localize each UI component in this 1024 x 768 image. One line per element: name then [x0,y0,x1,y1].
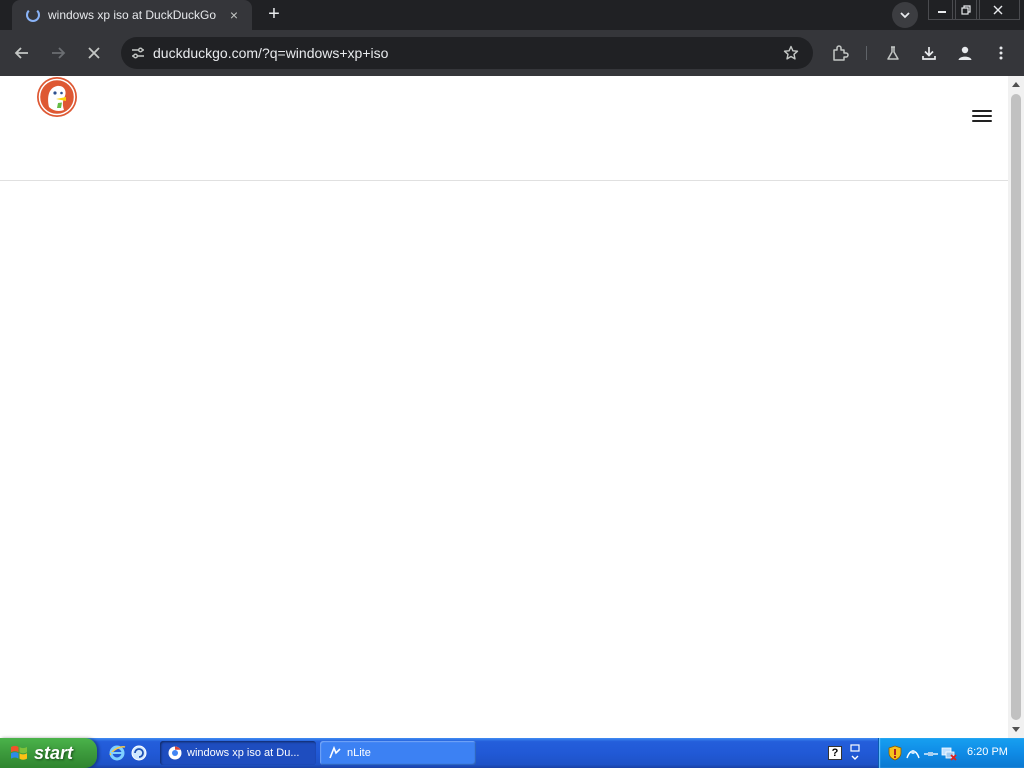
new-tab-button[interactable]: + [262,4,286,26]
star-icon [783,45,799,60]
forward-icon [52,47,66,59]
taskbar-item-label: windows xp iso at Du... [187,747,300,759]
restore-icon [961,4,971,15]
nlite-icon [329,746,341,759]
system-clock[interactable]: 6:20 PM [967,746,1008,758]
stop-icon [88,47,100,59]
menu-icon [999,46,1003,60]
scroll-down-icon[interactable] [1012,727,1020,732]
address-bar[interactable]: duckduckgo.com/?q=windows+xp+iso [121,37,813,69]
window-close-button[interactable] [976,0,1020,20]
browser-tab-strip: windows xp iso at DuckDuckGo × + [0,0,1024,30]
taskbar-item-label: nLite [347,747,371,759]
extensions-button[interactable] [827,40,853,66]
site-info-button[interactable] [127,42,149,64]
system-tray: 6:20 PM [878,738,1024,768]
scroll-up-icon[interactable] [1012,82,1020,87]
labs-button[interactable] [880,40,906,66]
close-icon [993,5,1003,14]
show-desktop-icon[interactable] [130,744,148,762]
url-text[interactable]: duckduckgo.com/?q=windows+xp+iso [153,45,388,61]
forward-button[interactable] [45,40,71,66]
hamburger-line [972,120,992,122]
browser-tab[interactable]: windows xp iso at DuckDuckGo × [12,0,252,30]
taskbar-item-nlite[interactable]: nLite [320,741,476,765]
scrollbar-thumb[interactable] [1011,94,1021,720]
network-disconnected-icon[interactable] [941,745,957,761]
start-button[interactable]: start [0,738,97,768]
site-menu-button[interactable] [972,110,992,126]
help-icon[interactable]: ? [828,746,842,760]
duck-logo-icon [37,77,77,117]
chrome-icon [168,746,182,760]
windows-flag-icon [11,745,27,760]
screen: windows xp iso at DuckDuckGo × + duckduc… [0,0,1024,768]
minimize-icon [938,10,946,13]
page-viewport [0,76,1024,738]
tune-icon [132,47,144,59]
browser-toolbar: duckduckgo.com/?q=windows+xp+iso [0,30,1024,76]
security-shield-icon[interactable] [887,745,903,761]
labs-icon [887,46,899,60]
taskbar-item-chrome[interactable]: windows xp iso at Du... [160,741,316,765]
language-bar-icon[interactable] [848,744,862,762]
profile-icon [958,46,972,60]
bookmark-button[interactable] [781,43,801,63]
download-button[interactable] [916,40,942,66]
profile-button[interactable] [952,40,978,66]
extensions-icon [833,45,849,61]
internet-explorer-icon[interactable] [108,744,126,762]
back-icon [14,47,28,59]
toolbar-separator [866,46,867,60]
tab-search-button[interactable] [892,2,918,28]
duckduckgo-logo[interactable] [36,76,78,118]
network-icon[interactable] [905,745,921,761]
page-scrollbar[interactable] [1008,76,1024,738]
tab-close-icon[interactable]: × [224,5,244,25]
hamburger-line [972,115,992,117]
download-icon [922,47,936,60]
ddg-header [0,76,1008,181]
taskbar: start windows xp iso at Du... nLite ? 6:… [0,738,1024,768]
start-label: start [34,742,74,763]
tab-title: windows xp iso at DuckDuckGo [48,8,217,22]
loading-spinner-icon [26,8,40,22]
hamburger-line [972,110,992,112]
back-button[interactable] [9,40,35,66]
stop-button[interactable] [81,40,107,66]
browser-menu-button[interactable] [988,40,1014,66]
chevron-down-icon [900,12,910,19]
cable-icon[interactable] [923,745,939,761]
